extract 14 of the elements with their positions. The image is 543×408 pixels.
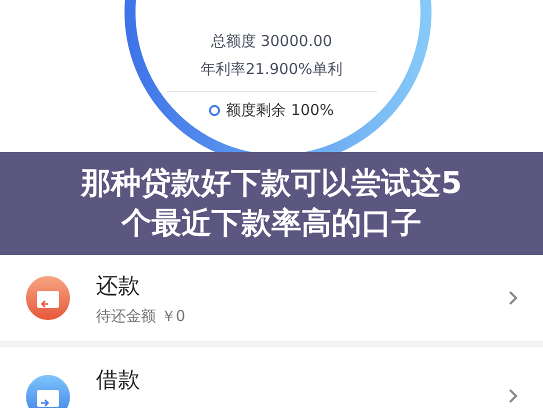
menu-row[interactable]: 借款 bbox=[0, 347, 543, 408]
chevron-icon bbox=[507, 289, 519, 307]
menu-row[interactable]: 还款 待还金额 ￥0 bbox=[0, 255, 543, 341]
row-title: 借款 bbox=[96, 367, 141, 395]
remaining-credit: 额度剩余 100% bbox=[226, 101, 334, 120]
row-title: 还款 bbox=[96, 272, 141, 300]
interest-rate: 年利率21.900%单利 bbox=[200, 60, 342, 79]
row-subtitle: 待还金额 ￥0 bbox=[96, 306, 186, 326]
card-icon bbox=[26, 276, 70, 320]
card-icon bbox=[26, 375, 70, 408]
total-credit: 总额度 30000.00 bbox=[210, 32, 332, 51]
ring-dot-icon bbox=[209, 105, 220, 116]
chevron-icon bbox=[507, 387, 519, 405]
headline: 那种贷款好下款可以尝试这5个最近下款率高的口子 bbox=[80, 164, 463, 242]
